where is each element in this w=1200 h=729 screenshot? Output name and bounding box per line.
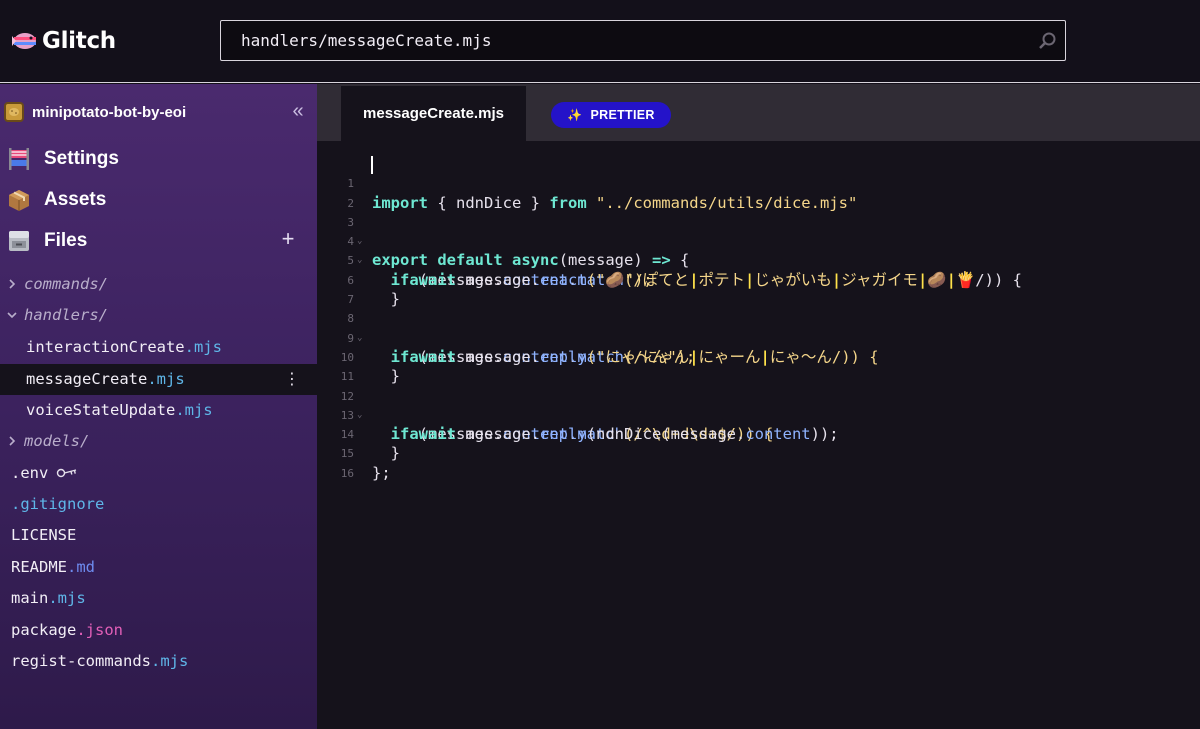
text-cursor (371, 156, 373, 174)
file-extension: .mjs (48, 589, 86, 607)
file-basename: README (11, 558, 67, 576)
search-icon[interactable] (1039, 32, 1056, 49)
sidebar-item-label: Settings (44, 148, 119, 169)
glitch-logo[interactable]: Glitch (12, 26, 116, 56)
code-line: 9 await message.reply("にゃ〜ん"); (317, 309, 1200, 366)
file-extension: .mjs (147, 370, 185, 388)
folder-handlers[interactable]: handlers/ (6, 303, 108, 327)
chevron-down-icon (7, 312, 17, 319)
code-line: 3 ⌄ export default async(message) => { (317, 194, 1200, 270)
file-basename: regist-commands (11, 652, 151, 670)
code-line: 13 await message.reply(ndnDice(message.c… (317, 387, 1200, 443)
file-extension: .mjs (175, 401, 213, 419)
folder-models[interactable]: models/ (6, 429, 89, 453)
code-line: 10 } (317, 329, 1200, 385)
sidebar-item-settings[interactable]: Settings (6, 144, 119, 174)
file-basename: .env (11, 464, 49, 482)
file-package[interactable]: package .json (11, 618, 123, 642)
file-extension: .md (67, 558, 95, 576)
package-box-icon (6, 187, 32, 213)
sparkles-icon: ✨ (567, 108, 583, 122)
chevron-right-icon (9, 279, 16, 289)
project-avatar (4, 102, 24, 122)
file-basename: LICENSE (11, 526, 77, 544)
folder-label: models/ (24, 432, 90, 450)
project-header[interactable]: minipotato-bot-by-eoi (4, 100, 186, 124)
file-extension: .mjs (150, 652, 189, 670)
add-file-button[interactable]: + (278, 228, 298, 250)
file-voiceStateUpdate[interactable]: voiceStateUpdate .mjs (26, 398, 213, 422)
file-basename: main (11, 589, 49, 607)
editor-tab-bar: messageCreate.mjs ✨ PRETTIER (317, 84, 1200, 141)
folder-commands[interactable]: commands/ (6, 272, 108, 296)
file-gitignore[interactable]: .gitignore (11, 492, 104, 516)
sidebar: minipotato-bot-by-eoi « Settings Assets (0, 84, 317, 729)
file-extension: .json (76, 621, 123, 639)
search-input[interactable] (221, 21, 1065, 60)
file-extension: .mjs (184, 338, 222, 356)
code-line: 7 (317, 271, 1200, 306)
sidebar-item-label: Assets (44, 189, 107, 210)
folder-label: commands/ (24, 275, 108, 293)
top-bar: Glitch (0, 0, 1200, 83)
project-name: minipotato-bot-by-eoi (32, 103, 187, 121)
code-line: 1 import { ndnDice } from "../commands/u… (317, 155, 1200, 212)
code-line: 6 } (317, 252, 1200, 308)
logo-text: Glitch (42, 28, 116, 54)
file-license[interactable]: LICENSE (11, 523, 76, 547)
file-cabinet-icon (6, 228, 32, 254)
glitch-fish-icon (12, 33, 36, 49)
file-regist-commands[interactable]: regist-commands .mjs (11, 649, 188, 673)
line-text: }; (372, 463, 391, 482)
file-basename: package (11, 621, 77, 639)
sidebar-item-label: Files (44, 230, 88, 251)
code-editor: messageCreate.mjs ✨ PRETTIER 1 import { … (317, 84, 1200, 729)
sidebar-item-assets[interactable]: Assets (6, 185, 106, 215)
file-basename: messageCreate (26, 370, 148, 388)
chevron-right-icon (9, 436, 16, 446)
file-interactionCreate[interactable]: interactionCreate .mjs (26, 335, 222, 359)
search-box (220, 20, 1066, 61)
code-line: 15 }; (317, 425, 1200, 481)
file-main[interactable]: main .mjs (11, 586, 86, 610)
settings-flag-icon (6, 146, 32, 172)
folder-label: handlers/ (24, 306, 108, 324)
code-line: 11 (317, 348, 1200, 383)
file-options-button[interactable]: ⋮ (284, 370, 300, 390)
code-line: 8 ⌄ if (message.content.match(/にゃん|にゃーん|… (317, 290, 1200, 366)
file-env[interactable]: .env (11, 461, 80, 485)
prettier-button[interactable]: ✨ PRETTIER (551, 102, 671, 128)
code-line: 5 await message.react("🥔"); (317, 232, 1200, 288)
code-line: 14 } (317, 406, 1200, 462)
file-messageCreate[interactable]: messageCreate .mjs (26, 367, 185, 391)
tab-messageCreate[interactable]: messageCreate.mjs (341, 86, 526, 141)
code-line: 16 (317, 445, 1200, 480)
file-readme[interactable]: README .md (11, 555, 95, 579)
key-icon (57, 468, 77, 478)
prettier-label: PRETTIER (590, 108, 655, 122)
code-line: 12 ⌄ if (message.content.match(/^\d+d\d+… (317, 367, 1200, 444)
line-number: 16 (340, 466, 354, 480)
code-line: 2 (317, 174, 1200, 210)
code-line: 4 ⌄ if (message.content.match(/ぽてと|ポテト|じ… (317, 213, 1200, 289)
collapse-sidebar-button[interactable]: « (287, 101, 309, 123)
potato-icon (9, 108, 19, 116)
file-basename: voiceStateUpdate (26, 401, 176, 419)
sidebar-item-files[interactable]: Files (6, 226, 87, 256)
file-basename: .gitignore (11, 495, 105, 513)
file-basename: interactionCreate (26, 338, 185, 356)
